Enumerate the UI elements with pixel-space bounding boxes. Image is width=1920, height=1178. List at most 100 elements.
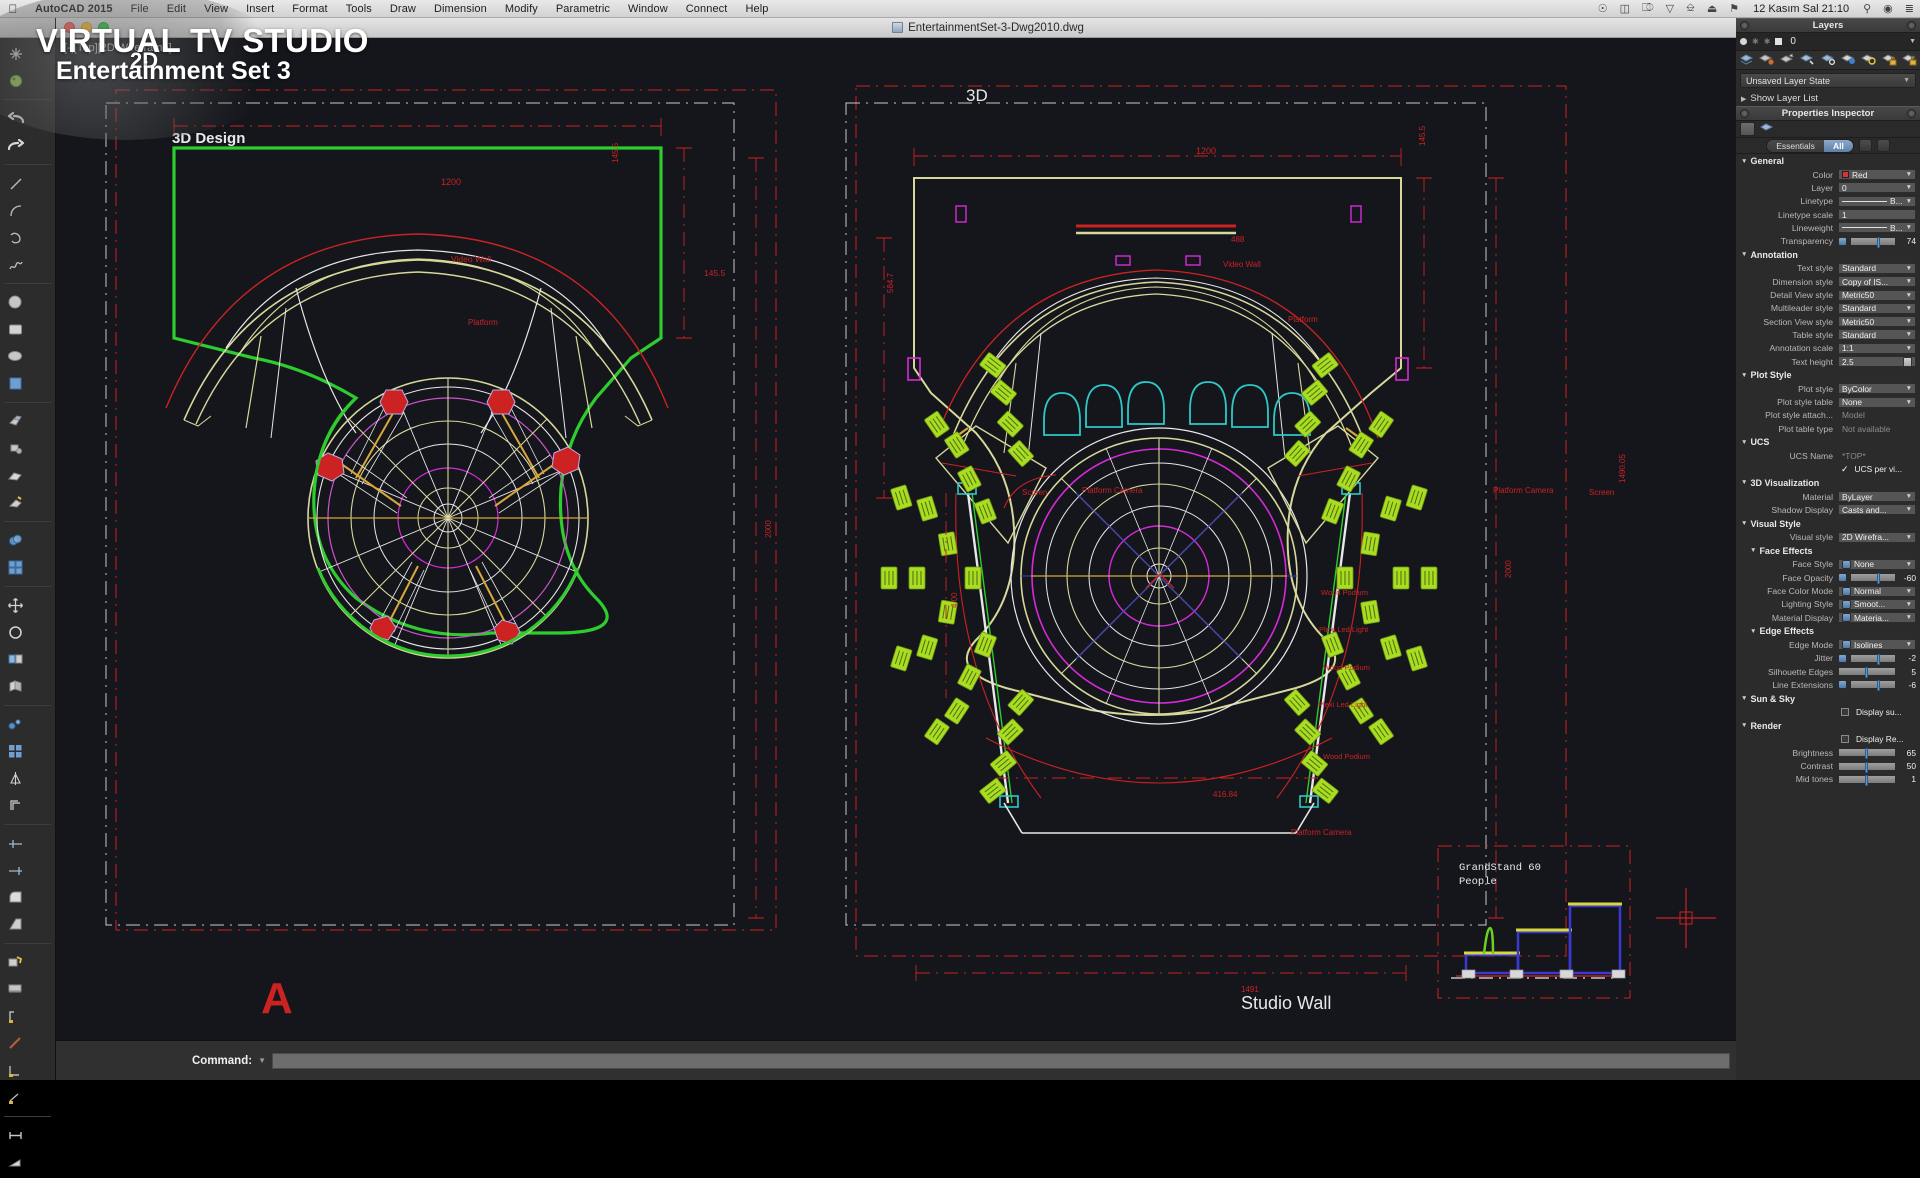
union-icon[interactable]: [3, 528, 28, 553]
menu-insert[interactable]: Insert: [237, 3, 283, 15]
property-group-3d-visualization[interactable]: ▼3D Visualization: [1736, 476, 1920, 490]
menu-format[interactable]: Format: [283, 3, 336, 15]
offset-icon[interactable]: [3, 793, 28, 818]
property-icon[interactable]: [1838, 237, 1847, 246]
current-layer-row[interactable]: ✱ ✱ 0 ▼: [1736, 33, 1920, 51]
property-value-color[interactable]: Red▼: [1838, 169, 1916, 180]
chevron-down-icon[interactable]: ▼: [1906, 641, 1912, 648]
chevron-down-icon[interactable]: ▼: [1906, 588, 1912, 595]
mirror-icon[interactable]: [3, 766, 28, 791]
property-slider[interactable]: [1850, 654, 1896, 663]
chevron-down-icon[interactable]: ▼: [1906, 385, 1912, 392]
property-value-display-su[interactable]: Display su...: [1838, 707, 1916, 718]
menu-dimension[interactable]: Dimension: [425, 3, 496, 15]
menu-tools[interactable]: Tools: [337, 3, 381, 15]
property-value-table-style[interactable]: Standard▼: [1838, 329, 1916, 340]
property-group-visual-style[interactable]: ▼Visual Style: [1736, 517, 1920, 531]
property-group-annotation[interactable]: ▼Annotation: [1736, 248, 1920, 262]
menu-list-icon[interactable]: ≣: [1899, 2, 1920, 15]
property-slider[interactable]: [1850, 237, 1896, 246]
stepper-icon[interactable]: [1903, 357, 1912, 367]
chevron-down-icon[interactable]: ▼: [1906, 318, 1912, 325]
property-value-face-opacity[interactable]: -60: [1838, 572, 1916, 583]
chevron-down-icon[interactable]: ▼: [1906, 265, 1912, 272]
chevron-down-icon[interactable]: ▼: [1909, 38, 1916, 45]
property-group-sun-sky[interactable]: ▼Sun & Sky: [1736, 692, 1920, 706]
array-icon[interactable]: [3, 712, 28, 737]
property-value-brightness[interactable]: 65: [1838, 747, 1916, 758]
chevron-down-icon[interactable]: ▼: [1906, 184, 1912, 191]
layer-lock-icon[interactable]: [1882, 52, 1897, 68]
chevron-down-icon[interactable]: ▼: [1903, 77, 1910, 84]
chevron-down-icon[interactable]: ▼: [1906, 331, 1912, 338]
chevron-down-icon[interactable]: ▼: [1906, 601, 1912, 608]
spline-icon[interactable]: [3, 252, 28, 277]
property-value-silhouette-edges[interactable]: 5: [1838, 666, 1916, 677]
arc-icon[interactable]: [3, 198, 28, 223]
property-icon[interactable]: [1838, 654, 1847, 663]
property-value-jitter[interactable]: -2: [1838, 653, 1916, 664]
quick-select-icon[interactable]: [1760, 122, 1774, 136]
text-icon[interactable]: [3, 1031, 28, 1056]
property-value-shadow-display[interactable]: Casts and...▼: [1838, 504, 1916, 515]
chevron-down-icon[interactable]: ▼: [1906, 198, 1912, 205]
layer-unlock-icon[interactable]: [1902, 52, 1917, 68]
property-value-transparency[interactable]: 74: [1838, 236, 1916, 247]
property-icon[interactable]: [1838, 680, 1847, 689]
table-icon[interactable]: [3, 1004, 28, 1029]
flag-icon[interactable]: ⚑: [1723, 2, 1745, 15]
property-value-ucs-per-vi[interactable]: ✓UCS per vi...: [1838, 464, 1916, 475]
menu-edit[interactable]: Edit: [158, 3, 195, 15]
property-slider[interactable]: [1838, 775, 1896, 784]
property-group-render[interactable]: ▼Render: [1736, 719, 1920, 733]
property-value-contrast[interactable]: 50: [1838, 761, 1916, 772]
menu-file[interactable]: File: [122, 3, 158, 15]
measure-icon[interactable]: [3, 977, 28, 1002]
airplay-icon[interactable]: ⎒: [1680, 2, 1701, 15]
checkmark-icon[interactable]: ✓: [1841, 464, 1849, 475]
property-value-visual-style[interactable]: 2D Wirefra...▼: [1838, 532, 1916, 543]
menu-draw[interactable]: Draw: [381, 3, 425, 15]
property-value-edge-mode[interactable]: Isolines▼: [1838, 639, 1916, 650]
fillet-icon[interactable]: [3, 885, 28, 910]
property-group-face-effects[interactable]: ▼Face Effects: [1736, 544, 1920, 558]
chevron-down-icon[interactable]: ▼: [1906, 171, 1912, 178]
chevron-down-icon[interactable]: ▼: [1906, 493, 1912, 500]
trim-icon[interactable]: [3, 831, 28, 856]
property-slider[interactable]: [1850, 680, 1896, 689]
command-history-icon[interactable]: ▼: [258, 1056, 272, 1065]
line-icon[interactable]: [3, 171, 28, 196]
property-value-linetype[interactable]: B...▼: [1838, 196, 1916, 207]
layer-state-select[interactable]: Unsaved Layer State ▼: [1740, 73, 1916, 88]
chevron-down-icon[interactable]: ▼: [1906, 224, 1912, 231]
rectangle-icon[interactable]: [3, 317, 28, 342]
chevron-down-icon[interactable]: ▼: [1906, 278, 1912, 285]
battery-icon[interactable]: ◫: [1614, 2, 1636, 15]
property-value-display-re[interactable]: Display Re...: [1838, 734, 1916, 745]
chevron-down-icon[interactable]: ▼: [1906, 614, 1912, 621]
layer-match-icon[interactable]: [1800, 52, 1815, 68]
menu-window[interactable]: Window: [619, 3, 677, 15]
property-slider[interactable]: [1838, 667, 1896, 676]
property-slider[interactable]: [1850, 573, 1896, 582]
slice-icon[interactable]: [3, 647, 28, 672]
layer-freeze-icon[interactable]: ✱: [1752, 37, 1759, 46]
chevron-down-icon[interactable]: ▼: [1906, 561, 1912, 568]
menu-parametric[interactable]: Parametric: [547, 3, 619, 15]
grid-icon[interactable]: [3, 739, 28, 764]
layer-new-icon[interactable]: [1759, 52, 1774, 68]
property-value-lineweight[interactable]: B...▼: [1838, 222, 1916, 233]
chevron-down-icon[interactable]: ▼: [1906, 534, 1912, 541]
property-value-mid-tones[interactable]: 1: [1838, 774, 1916, 785]
property-value-section-view-style[interactable]: Metric50▼: [1838, 316, 1916, 327]
layer-make-current-icon[interactable]: [1780, 52, 1795, 68]
extrude-icon[interactable]: [3, 409, 28, 434]
wedge-icon[interactable]: [3, 1150, 28, 1175]
menu-modify[interactable]: Modify: [496, 3, 547, 15]
property-value-plot-style-table[interactable]: None▼: [1838, 397, 1916, 408]
wifi-icon[interactable]: ▽: [1660, 2, 1680, 15]
property-group-edge-effects[interactable]: ▼Edge Effects: [1736, 624, 1920, 638]
property-value-line-extensions[interactable]: -6: [1838, 679, 1916, 690]
extend-icon[interactable]: [3, 858, 28, 883]
subtract-icon[interactable]: [3, 555, 28, 580]
